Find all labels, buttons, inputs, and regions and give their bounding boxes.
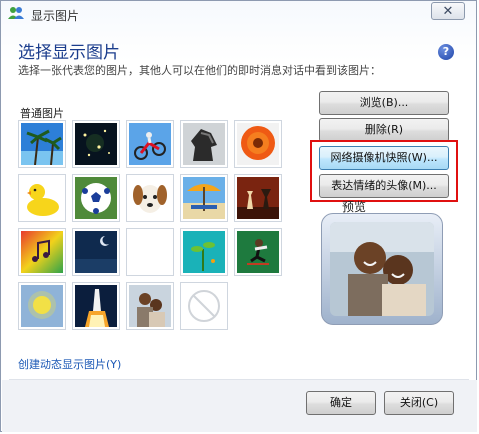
chess-pieces-picture[interactable] (234, 174, 282, 222)
close-icon: ✕ (442, 4, 454, 19)
page-subtitle: 选择一张代表您的图片，其他人可以在他们的即时消息对话中看到该图片： (18, 64, 381, 77)
section-label-regular-pictures: 普通图片 (20, 107, 64, 120)
close-button[interactable]: 关闭(C) (384, 391, 454, 415)
seedling-image (183, 231, 225, 273)
browse-button[interactable]: 浏览(B)... (319, 91, 449, 115)
preview-frame (321, 213, 443, 325)
music-notes-picture[interactable] (18, 228, 66, 276)
ok-button[interactable]: 确定 (306, 391, 376, 415)
night-sky-image (75, 123, 117, 165)
chess-knight-image (183, 123, 225, 165)
skateboarder-image (237, 231, 279, 273)
dirt-bike-image (129, 123, 171, 165)
puppy-picture[interactable] (126, 174, 174, 222)
title-bar: 显示图片 ✕ (1, 1, 478, 27)
no-picture-icon (183, 285, 225, 327)
chess-knight-picture[interactable] (180, 120, 228, 168)
palm-trees-picture[interactable] (18, 120, 66, 168)
page-title: 选择显示图片 (18, 43, 120, 63)
music-notes-image (21, 231, 63, 273)
palm-trees-image (21, 123, 63, 165)
rubber-duck-image (21, 177, 63, 219)
create-dynamic-picture-link[interactable]: 创建动态显示图片(Y) (18, 356, 121, 372)
beach-umbrella-image (183, 177, 225, 219)
no-picture[interactable] (180, 282, 228, 330)
highlight-box (310, 140, 458, 202)
space-shuttle-picture[interactable] (72, 282, 120, 330)
orange-flower-image (237, 123, 279, 165)
night-sky-picture[interactable] (72, 120, 120, 168)
dirt-bike-picture[interactable] (126, 120, 174, 168)
display-picture-dialog: 显示图片 ✕ 选择显示图片 选择一张代表您的图片，其他人可以在他们的即时消息对话… (0, 0, 477, 432)
rubber-duck-picture[interactable] (18, 174, 66, 222)
delete-button[interactable]: 删除(R) (319, 118, 449, 142)
moon-night-picture[interactable] (72, 228, 120, 276)
preview-image (330, 222, 434, 316)
messenger-buddies-icon (8, 7, 24, 19)
beach-umbrella-picture[interactable] (180, 174, 228, 222)
chess-pieces-image (237, 177, 279, 219)
soccer-ball-image (75, 177, 117, 219)
space-shuttle-image (75, 285, 117, 327)
sun-picture[interactable] (18, 282, 66, 330)
close-window-button[interactable]: ✕ (431, 2, 465, 20)
family-picture[interactable] (126, 282, 174, 330)
soccer-ball-picture[interactable] (72, 174, 120, 222)
orange-flower-picture[interactable] (234, 120, 282, 168)
help-icon[interactable]: ? (438, 44, 454, 60)
blank-image (129, 231, 171, 273)
moon-night-image (75, 231, 117, 273)
seedling-picture[interactable] (180, 228, 228, 276)
window-title: 显示图片 (31, 9, 80, 23)
family-image (129, 285, 171, 327)
blank-picture[interactable] (126, 228, 174, 276)
sun-image (21, 285, 63, 327)
puppy-image (129, 177, 171, 219)
skateboarder-picture[interactable] (234, 228, 282, 276)
